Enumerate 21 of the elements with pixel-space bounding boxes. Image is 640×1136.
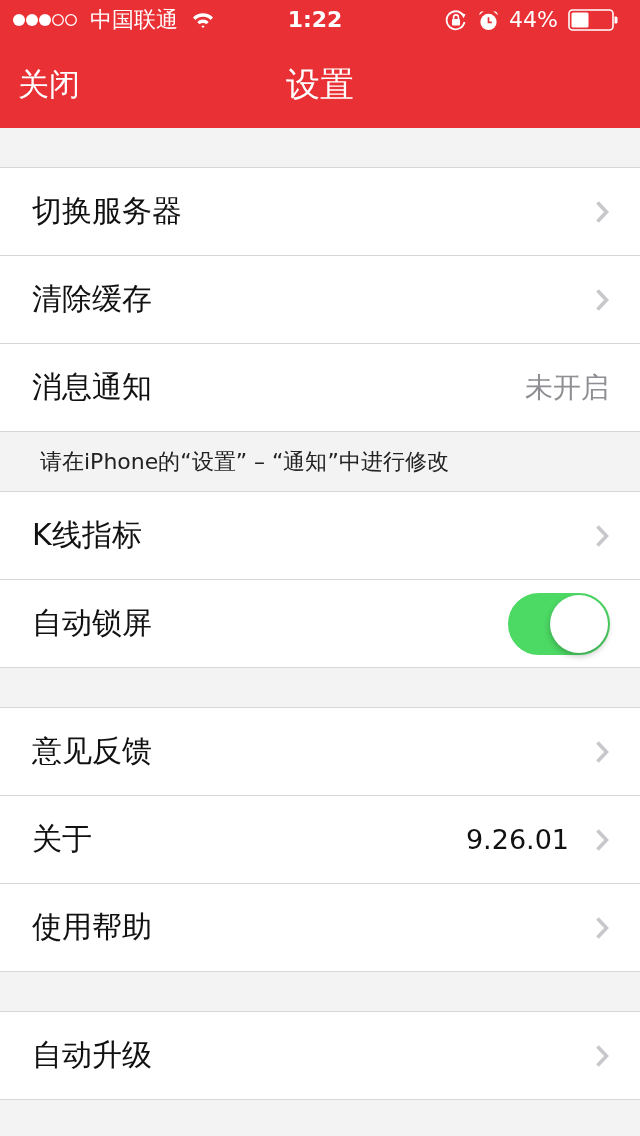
chevron-icon: [595, 915, 609, 940]
chevron-icon: [595, 287, 609, 312]
carrier-name: 中国联通: [90, 7, 178, 33]
section-footer-note: 请在iPhone的“设置” – “通知”中进行修改: [39, 447, 450, 476]
chevron-icon: [595, 199, 609, 224]
row-value: 未开启: [525, 369, 609, 406]
status-time: 1:22: [287, 7, 343, 33]
row-value: 9.26.01: [465, 824, 569, 855]
battery-icon: [568, 9, 618, 31]
chevron-icon: [595, 1043, 609, 1068]
chevron-icon: [595, 739, 609, 764]
chevron-icon: [595, 523, 609, 548]
signal-strength-icon: [12, 13, 78, 27]
alarm-clock-icon: [478, 9, 500, 31]
row-label: 自动锁屏: [32, 604, 152, 642]
chevron-icon: [595, 827, 609, 852]
wifi-icon: [192, 12, 214, 28]
toggle-switch[interactable]: [508, 592, 610, 655]
close-button[interactable]: 关闭: [18, 64, 80, 104]
nav-title: 设置: [286, 63, 354, 106]
battery-percentage: 44%: [509, 7, 558, 33]
